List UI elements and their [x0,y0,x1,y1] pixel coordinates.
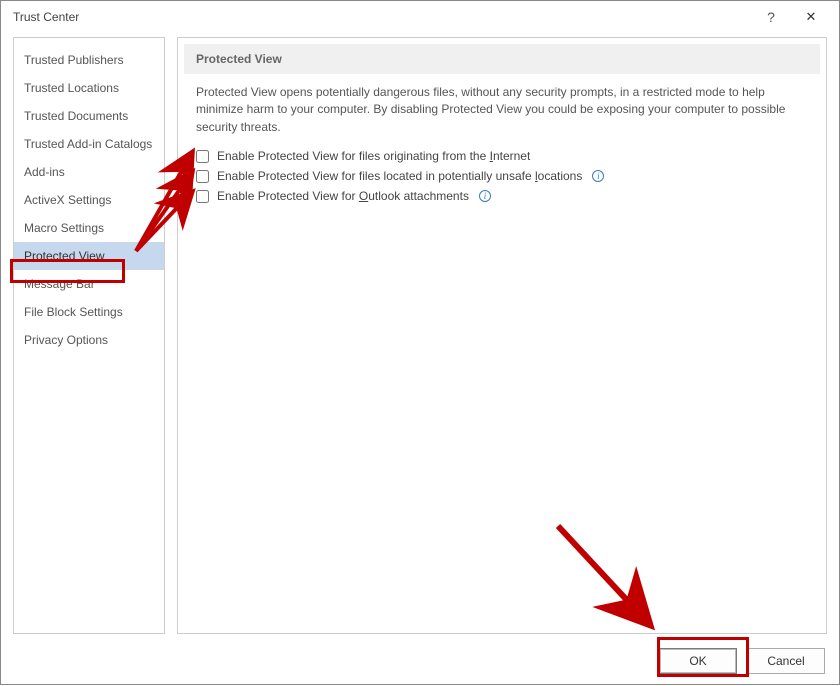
sidebar: Trusted PublishersTrusted LocationsTrust… [13,37,165,634]
option-row-0[interactable]: Enable Protected View for files originat… [196,146,808,166]
help-button[interactable]: ? [751,9,791,25]
sidebar-item-message-bar[interactable]: Message Bar [14,270,164,298]
option-row-2[interactable]: Enable Protected View for Outlook attach… [196,186,808,206]
cancel-button[interactable]: Cancel [747,648,825,674]
sidebar-item-macro-settings[interactable]: Macro Settings [14,214,164,242]
option-checkbox-2[interactable] [196,190,209,203]
dialog-body: Trusted PublishersTrusted LocationsTrust… [13,37,827,634]
option-label-2: Enable Protected View for Outlook attach… [217,189,469,203]
sidebar-item-trusted-locations[interactable]: Trusted Locations [14,74,164,102]
option-label-0: Enable Protected View for files originat… [217,149,530,163]
sidebar-item-trusted-documents[interactable]: Trusted Documents [14,102,164,130]
option-row-1[interactable]: Enable Protected View for files located … [196,166,808,186]
info-icon[interactable]: i [592,170,604,182]
sidebar-item-trusted-add-in-catalogs[interactable]: Trusted Add-in Catalogs [14,130,164,158]
sidebar-item-add-ins[interactable]: Add-ins [14,158,164,186]
ok-button[interactable]: OK [659,648,737,674]
dialog-footer: OK Cancel [659,648,825,674]
sidebar-item-activex-settings[interactable]: ActiveX Settings [14,186,164,214]
sidebar-item-protected-view[interactable]: Protected View [14,242,164,270]
sidebar-item-trusted-publishers[interactable]: Trusted Publishers [14,46,164,74]
option-checkbox-0[interactable] [196,150,209,163]
window-title: Trust Center [9,10,751,24]
option-label-1: Enable Protected View for files located … [217,169,582,183]
trust-center-dialog: Trust Center ? ✕ Trusted PublishersTrust… [0,0,840,685]
section-description: Protected View opens potentially dangero… [178,84,826,146]
option-checkbox-1[interactable] [196,170,209,183]
close-button[interactable]: ✕ [791,9,831,25]
content-pane: Protected View Protected View opens pote… [177,37,827,634]
sidebar-item-privacy-options[interactable]: Privacy Options [14,326,164,354]
section-header: Protected View [184,44,820,74]
sidebar-item-file-block-settings[interactable]: File Block Settings [14,298,164,326]
options-list: Enable Protected View for files originat… [178,146,826,206]
info-icon[interactable]: i [479,190,491,202]
titlebar: Trust Center ? ✕ [1,1,839,33]
